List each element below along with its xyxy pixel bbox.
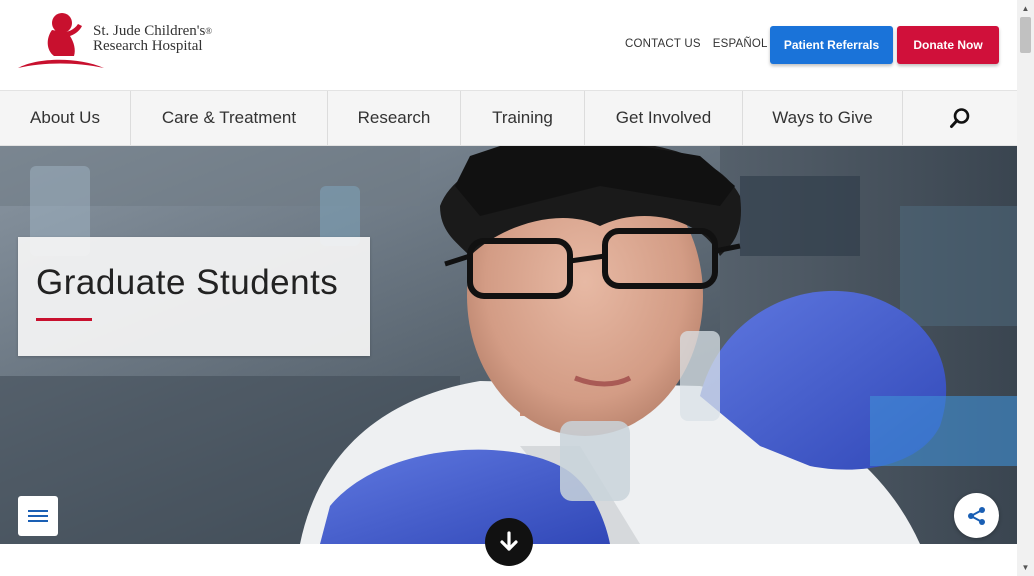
hamburger-menu-icon: [28, 510, 48, 522]
scroll-up-arrow-icon[interactable]: ▲: [1017, 0, 1034, 17]
arrow-down-icon: [500, 531, 518, 551]
espanol-link[interactable]: ESPAÑOL: [713, 38, 768, 50]
registered-mark: ®: [205, 26, 213, 36]
page: St. Jude Children's® Research Hospital C…: [0, 0, 1034, 576]
logo-line-2: Research Hospital: [93, 38, 203, 54]
scroll-thumb[interactable]: [1020, 17, 1031, 53]
nav-item-training[interactable]: Training: [461, 91, 585, 145]
nav-item-ways-to-give[interactable]: Ways to Give: [743, 91, 903, 145]
nav-item-care-treatment[interactable]: Care & Treatment: [131, 91, 328, 145]
scroll-down-button[interactable]: [485, 518, 533, 566]
st-jude-logo[interactable]: St. Jude Children's® Research Hospital: [16, 10, 216, 72]
hero-banner: Graduate Students: [0, 146, 1017, 544]
logo-wordmark: St. Jude Children's® Research Hospital: [93, 24, 212, 54]
search-icon: [950, 108, 970, 128]
logo-line-1: St. Jude Children's: [93, 23, 206, 39]
main-navigation: About Us Care & Treatment Research Train…: [0, 90, 1017, 146]
contact-us-link[interactable]: CONTACT US: [625, 38, 701, 50]
page-title-card: Graduate Students: [18, 237, 370, 356]
share-button[interactable]: [954, 493, 999, 538]
utility-links: CONTACT US ESPAÑOL: [625, 38, 768, 50]
share-icon: [967, 506, 985, 525]
title-accent-rule: [36, 318, 92, 321]
site-header: St. Jude Children's® Research Hospital C…: [0, 0, 1017, 90]
patient-referrals-button[interactable]: Patient Referrals: [770, 26, 893, 64]
page-title: Graduate Students: [36, 263, 339, 302]
scroll-down-arrow-icon[interactable]: ▼: [1017, 559, 1034, 576]
section-menu-button[interactable]: [18, 496, 58, 536]
nav-item-about-us[interactable]: About Us: [0, 91, 131, 145]
nav-item-research[interactable]: Research: [328, 91, 461, 145]
donate-now-button[interactable]: Donate Now: [897, 26, 999, 64]
search-button[interactable]: [903, 91, 1017, 145]
nav-item-get-involved[interactable]: Get Involved: [585, 91, 743, 145]
vertical-scrollbar[interactable]: ▲ ▼: [1017, 0, 1034, 576]
